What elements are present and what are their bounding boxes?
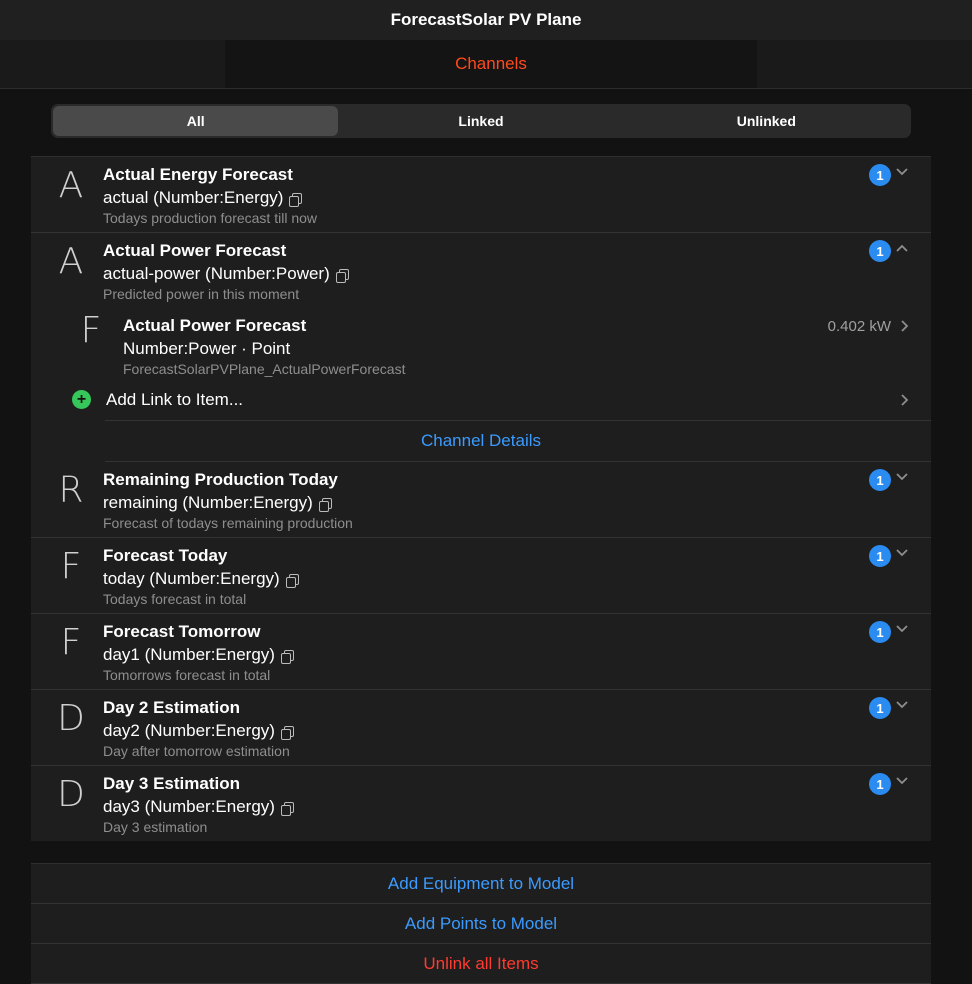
channel-name: Actual Energy Forecast: [103, 165, 293, 184]
channel-letter: A: [58, 241, 84, 282]
channel-id-type-text: day2 (Number:Energy): [103, 721, 275, 740]
filter-unlinked-button[interactable]: Unlinked: [624, 106, 909, 136]
chevron-down-icon[interactable]: [895, 774, 909, 788]
unlink-all-button[interactable]: Unlink all Items: [31, 944, 931, 984]
linked-count-badge: 1: [869, 240, 891, 262]
channel-letter: D: [57, 774, 85, 815]
filter-all-button[interactable]: All: [53, 106, 339, 136]
linked-count-badge: 1: [869, 469, 891, 491]
channel-letter: D: [57, 698, 85, 739]
chevron-down-icon[interactable]: [895, 698, 909, 712]
channel-description: Tomorrows forecast in total: [103, 667, 271, 683]
chevron-right-icon: [901, 394, 909, 406]
channel-id-type: day1 (Number:Energy): [103, 645, 294, 665]
channel-id-type-text: day1 (Number:Energy): [103, 645, 275, 664]
linked-count-badge: 1: [869, 621, 891, 643]
tab-channels[interactable]: Channels: [225, 40, 757, 88]
page-title: ForecastSolar PV Plane: [390, 10, 582, 29]
channel-name: Forecast Today: [103, 546, 228, 565]
channel-id-type: actual (Number:Energy): [103, 188, 303, 208]
channel-list: A Actual Energy Forecast actual (Number:…: [31, 156, 931, 841]
channel-letter: F: [60, 546, 82, 587]
item-label: Actual Power Forecast: [123, 316, 307, 335]
filter-linked-button[interactable]: Linked: [338, 106, 623, 136]
item-type: Number:Power · Point: [123, 339, 291, 358]
item-name: ForecastSolarPVPlane_ActualPowerForecast: [123, 361, 406, 377]
channel-description: Todays forecast in total: [103, 591, 247, 607]
channel-name: Day 3 Estimation: [103, 774, 240, 793]
channel-description: Forecast of todays remaining production: [103, 515, 353, 531]
item-state: 0.402 kW: [827, 318, 891, 335]
chevron-down-icon[interactable]: [895, 622, 909, 636]
channel-row-actual-power[interactable]: A Actual Power Forecast actual-power (Nu…: [31, 233, 931, 308]
copy-icon[interactable]: [280, 726, 294, 740]
channel-name: Remaining Production Today: [103, 470, 338, 489]
copy-icon[interactable]: [280, 650, 294, 664]
channel-id-type-text: actual (Number:Energy): [103, 188, 284, 207]
channel-id-type-text: remaining (Number:Energy): [103, 493, 313, 512]
copy-icon[interactable]: [289, 193, 303, 207]
chevron-up-icon[interactable]: [895, 241, 909, 255]
copy-icon[interactable]: [318, 498, 332, 512]
add-link-label: Add Link to Item...: [106, 390, 244, 409]
channel-id-type-text: day3 (Number:Energy): [103, 797, 275, 816]
channel-letter: R: [58, 470, 84, 511]
channel-name: Actual Power Forecast: [103, 241, 287, 260]
channel-description: Todays production forecast till now: [103, 210, 317, 226]
chevron-down-icon[interactable]: [895, 546, 909, 560]
channel-details-link[interactable]: Channel Details: [421, 431, 541, 451]
channel-id-type: remaining (Number:Energy): [103, 493, 332, 513]
add-icon: +: [72, 390, 91, 409]
channel-letter: A: [58, 165, 84, 206]
channel-id-type: day2 (Number:Energy): [103, 721, 294, 741]
channel-row-day3[interactable]: D Day 3 Estimation day3 (Number:Energy) …: [31, 766, 931, 841]
channel-row-today[interactable]: F Forecast Today today (Number:Energy) T…: [31, 538, 931, 614]
channel-row-day1[interactable]: F Forecast Tomorrow day1 (Number:Energy)…: [31, 614, 931, 690]
channel-id-type: actual-power (Number:Power): [103, 264, 349, 284]
channel-row-remaining[interactable]: R Remaining Production Today remaining (…: [31, 462, 931, 538]
title-bar: ForecastSolar PV Plane: [0, 0, 972, 40]
add-points-button[interactable]: Add Points to Model: [31, 904, 931, 944]
chevron-right-icon[interactable]: [897, 319, 911, 333]
channel-description: Day 3 estimation: [103, 819, 208, 835]
channel-letter: F: [60, 622, 82, 663]
channel-description: Day after tomorrow estimation: [103, 743, 290, 759]
copy-icon[interactable]: [280, 802, 294, 816]
model-actions: Add Equipment to Model Add Points to Mod…: [31, 863, 931, 984]
tab-bar: Channels: [0, 40, 972, 89]
channel-description: Predicted power in this moment: [103, 286, 300, 302]
copy-icon[interactable]: [285, 574, 299, 588]
linked-item-row[interactable]: F Actual Power Forecast Number:Power · P…: [31, 308, 931, 384]
linked-count-badge: 1: [869, 164, 891, 186]
copy-icon[interactable]: [335, 269, 349, 283]
channel-details-row: Channel Details: [105, 420, 931, 462]
add-link-row[interactable]: + Add Link to Item...: [31, 384, 931, 420]
channel-id-type-text: today (Number:Energy): [103, 569, 280, 588]
channel-name: Forecast Tomorrow: [103, 622, 261, 641]
channel-id-type: today (Number:Energy): [103, 569, 299, 589]
channel-id-type-text: actual-power (Number:Power): [103, 264, 330, 283]
chevron-down-icon[interactable]: [895, 165, 909, 179]
channel-row-actual[interactable]: A Actual Energy Forecast actual (Number:…: [31, 157, 931, 233]
add-equipment-button[interactable]: Add Equipment to Model: [31, 864, 931, 904]
linked-count-badge: 1: [869, 697, 891, 719]
link-filter-segmented: All Linked Unlinked: [51, 104, 911, 138]
linked-count-badge: 1: [869, 545, 891, 567]
channel-row-day2[interactable]: D Day 2 Estimation day2 (Number:Energy) …: [31, 690, 931, 766]
linked-count-badge: 1: [869, 773, 891, 795]
channel-name: Day 2 Estimation: [103, 698, 240, 717]
channel-id-type: day3 (Number:Energy): [103, 797, 294, 817]
item-letter: F: [80, 310, 102, 351]
chevron-down-icon[interactable]: [895, 470, 909, 484]
